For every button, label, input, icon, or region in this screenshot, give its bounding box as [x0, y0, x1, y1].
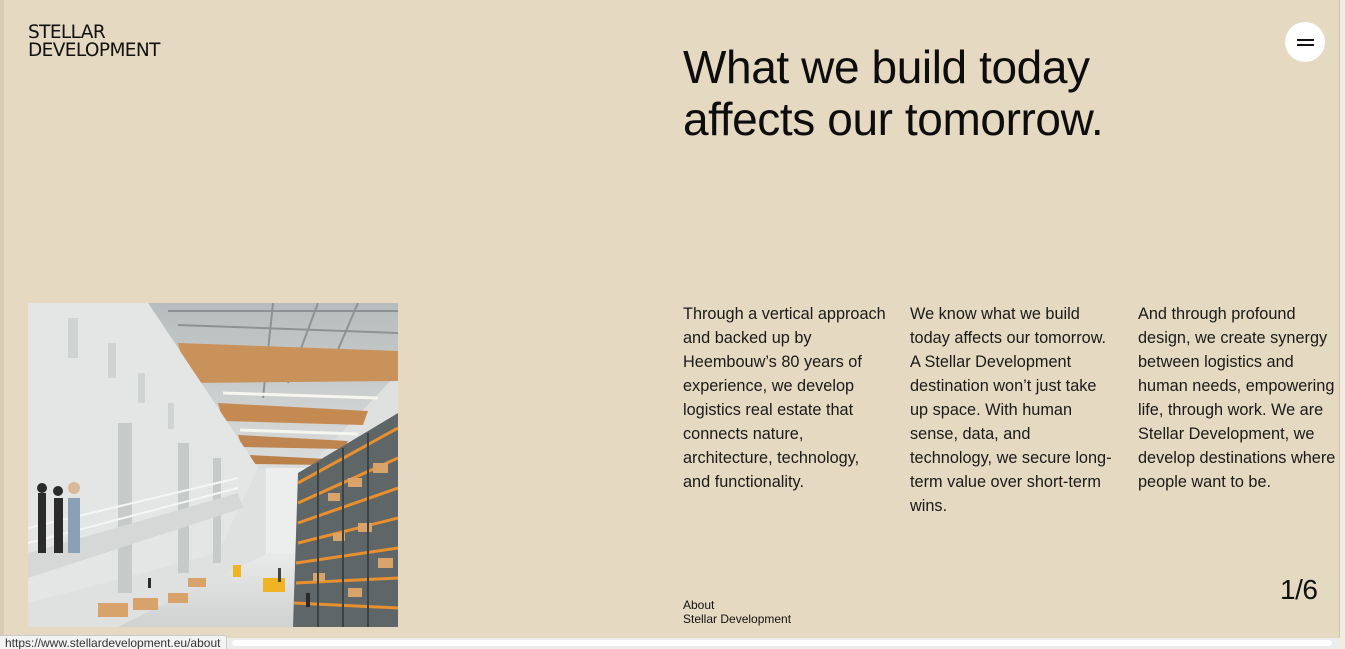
intro-column-2: We know what we build today affects our … [910, 305, 1112, 515]
warehouse-illustration [28, 303, 398, 627]
window-edge-left [0, 0, 4, 649]
status-bar-url: https://www.stellardevelopment.eu/about [0, 635, 228, 649]
menu-button[interactable] [1285, 22, 1325, 62]
hamburger-icon [1297, 39, 1314, 41]
scrollbar-thumb[interactable] [232, 640, 1332, 646]
page: STELLAR DEVELOPMENT What we build today … [0, 0, 1345, 649]
headline-line-1: What we build today [683, 41, 1090, 93]
hamburger-icon-bar [1297, 44, 1314, 46]
slide-counter: 1/6 [1280, 574, 1318, 605]
intro-column-3: And through profound design, we create s… [1138, 305, 1336, 491]
section-label-line-2: Stellar Development [683, 612, 792, 626]
section-label: About Stellar Development [683, 598, 791, 626]
logo[interactable]: STELLAR DEVELOPMENT [28, 23, 173, 61]
page-headline: What we build today affects our tomorrow… [683, 41, 1203, 145]
headline-line-2: affects our tomorrow. [683, 93, 1104, 145]
warehouse-photo [28, 303, 398, 627]
logo-line-2: DEVELOPMENT [28, 40, 160, 61]
intro-column-1: Through a vertical approach and backed u… [683, 305, 886, 491]
section-label-line-1: About [683, 598, 715, 612]
